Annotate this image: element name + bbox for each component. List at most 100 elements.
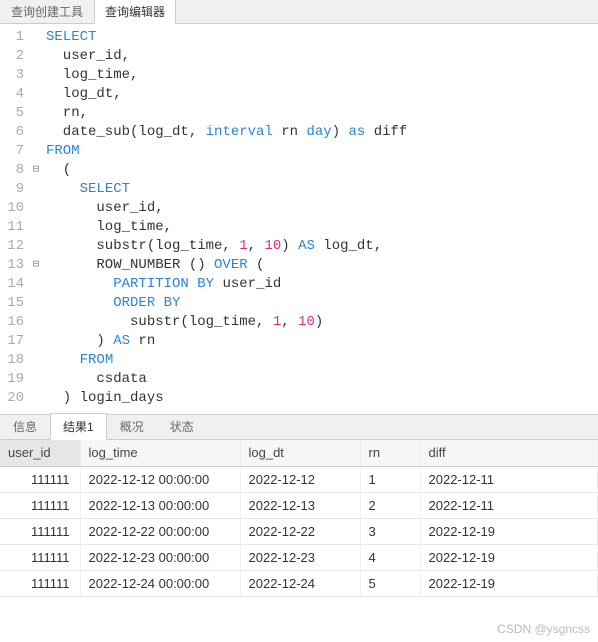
- watermark: CSDN @ysgncss: [497, 622, 590, 636]
- line-number: 13: [0, 256, 24, 275]
- tab-status[interactable]: 状态: [157, 413, 207, 439]
- tab-profile[interactable]: 概况: [107, 413, 157, 439]
- table-cell[interactable]: 2022-12-11: [420, 492, 598, 518]
- code-line[interactable]: date_sub(log_dt, interval rn day) as dif…: [46, 123, 598, 142]
- fold-marker: [30, 66, 42, 85]
- table-cell[interactable]: 2022-12-23: [240, 544, 360, 570]
- table-cell[interactable]: 111111: [0, 570, 80, 596]
- table-body: 1111112022-12-12 00:00:002022-12-1212022…: [0, 466, 598, 596]
- code-line[interactable]: SELECT: [46, 28, 598, 47]
- column-header-user_id[interactable]: user_id: [0, 440, 80, 466]
- fold-marker: [30, 180, 42, 199]
- code-line[interactable]: user_id,: [46, 199, 598, 218]
- table-cell[interactable]: 2022-12-13: [240, 492, 360, 518]
- line-number: 15: [0, 294, 24, 313]
- table-cell[interactable]: 4: [360, 544, 420, 570]
- fold-marker: [30, 47, 42, 66]
- fold-marker: [30, 351, 42, 370]
- code-line[interactable]: (: [46, 161, 598, 180]
- tab-info[interactable]: 信息: [0, 413, 50, 439]
- table-cell[interactable]: 111111: [0, 544, 80, 570]
- table-cell[interactable]: 2022-12-22 00:00:00: [80, 518, 240, 544]
- table-row[interactable]: 1111112022-12-24 00:00:002022-12-2452022…: [0, 570, 598, 596]
- fold-marker: [30, 294, 42, 313]
- table-cell[interactable]: 2022-12-24 00:00:00: [80, 570, 240, 596]
- line-number: 8: [0, 161, 24, 180]
- column-header-log_dt[interactable]: log_dt: [240, 440, 360, 466]
- table-cell[interactable]: 2022-12-24: [240, 570, 360, 596]
- fold-marker: [30, 28, 42, 47]
- table-cell[interactable]: 2022-12-19: [420, 544, 598, 570]
- code-line[interactable]: FROM: [46, 142, 598, 161]
- line-number: 12: [0, 237, 24, 256]
- tab-query-builder[interactable]: 查询创建工具: [0, 0, 94, 23]
- fold-marker: [30, 313, 42, 332]
- table-cell[interactable]: 2022-12-19: [420, 518, 598, 544]
- table-cell[interactable]: 5: [360, 570, 420, 596]
- fold-marker: [30, 275, 42, 294]
- fold-marker[interactable]: ⊟: [30, 161, 42, 180]
- table-cell[interactable]: 2: [360, 492, 420, 518]
- code-line[interactable]: substr(log_time, 1, 10) AS log_dt,: [46, 237, 598, 256]
- line-number: 10: [0, 199, 24, 218]
- code-line[interactable]: ) AS rn: [46, 332, 598, 351]
- table-cell[interactable]: 2022-12-19: [420, 570, 598, 596]
- code-line[interactable]: PARTITION BY user_id: [46, 275, 598, 294]
- fold-marker: [30, 332, 42, 351]
- line-number: 2: [0, 47, 24, 66]
- line-number-gutter: 1234567891011121314151617181920: [0, 24, 30, 414]
- table-cell[interactable]: 2022-12-11: [420, 466, 598, 492]
- code-line[interactable]: log_time,: [46, 66, 598, 85]
- table-row[interactable]: 1111112022-12-22 00:00:002022-12-2232022…: [0, 518, 598, 544]
- table-cell[interactable]: 2022-12-13 00:00:00: [80, 492, 240, 518]
- table-cell[interactable]: 1: [360, 466, 420, 492]
- code-line[interactable]: log_dt,: [46, 85, 598, 104]
- tab-result1[interactable]: 结果1: [50, 413, 107, 440]
- code-line[interactable]: csdata: [46, 370, 598, 389]
- column-header-log_time[interactable]: log_time: [80, 440, 240, 466]
- code-line[interactable]: rn,: [46, 104, 598, 123]
- line-number: 18: [0, 351, 24, 370]
- table-row[interactable]: 1111112022-12-23 00:00:002022-12-2342022…: [0, 544, 598, 570]
- table-cell[interactable]: 111111: [0, 466, 80, 492]
- table-row[interactable]: 1111112022-12-13 00:00:002022-12-1322022…: [0, 492, 598, 518]
- table-row[interactable]: 1111112022-12-12 00:00:002022-12-1212022…: [0, 466, 598, 492]
- table-cell[interactable]: 111111: [0, 492, 80, 518]
- table-cell[interactable]: 3: [360, 518, 420, 544]
- column-header-rn[interactable]: rn: [360, 440, 420, 466]
- code-line[interactable]: substr(log_time, 1, 10): [46, 313, 598, 332]
- code-area[interactable]: SELECT user_id, log_time, log_dt, rn, da…: [42, 24, 598, 414]
- code-line[interactable]: ) login_days: [46, 389, 598, 408]
- fold-column[interactable]: ⊟⊟: [30, 24, 42, 414]
- line-number: 14: [0, 275, 24, 294]
- line-number: 20: [0, 389, 24, 408]
- code-line[interactable]: SELECT: [46, 180, 598, 199]
- table-cell[interactable]: 2022-12-22: [240, 518, 360, 544]
- table-cell[interactable]: 2022-12-12: [240, 466, 360, 492]
- line-number: 7: [0, 142, 24, 161]
- code-line[interactable]: FROM: [46, 351, 598, 370]
- tab-query-editor[interactable]: 查询编辑器: [94, 0, 176, 24]
- editor-tabs: 查询创建工具 查询编辑器: [0, 0, 598, 24]
- table-cell[interactable]: 111111: [0, 518, 80, 544]
- code-line[interactable]: user_id,: [46, 47, 598, 66]
- line-number: 9: [0, 180, 24, 199]
- fold-marker: [30, 104, 42, 123]
- code-line[interactable]: log_time,: [46, 218, 598, 237]
- column-header-diff[interactable]: diff: [420, 440, 598, 466]
- line-number: 17: [0, 332, 24, 351]
- fold-marker: [30, 142, 42, 161]
- sql-editor[interactable]: 1234567891011121314151617181920 ⊟⊟ SELEC…: [0, 24, 598, 414]
- table-cell[interactable]: 2022-12-12 00:00:00: [80, 466, 240, 492]
- fold-marker: [30, 237, 42, 256]
- fold-marker: [30, 370, 42, 389]
- fold-marker[interactable]: ⊟: [30, 256, 42, 275]
- table-header-row: user_idlog_timelog_dtrndiff: [0, 440, 598, 466]
- table-cell[interactable]: 2022-12-23 00:00:00: [80, 544, 240, 570]
- line-number: 19: [0, 370, 24, 389]
- code-line[interactable]: ORDER BY: [46, 294, 598, 313]
- line-number: 16: [0, 313, 24, 332]
- code-line[interactable]: ROW_NUMBER () OVER (: [46, 256, 598, 275]
- result-grid[interactable]: user_idlog_timelog_dtrndiff 1111112022-1…: [0, 440, 598, 597]
- fold-marker: [30, 123, 42, 142]
